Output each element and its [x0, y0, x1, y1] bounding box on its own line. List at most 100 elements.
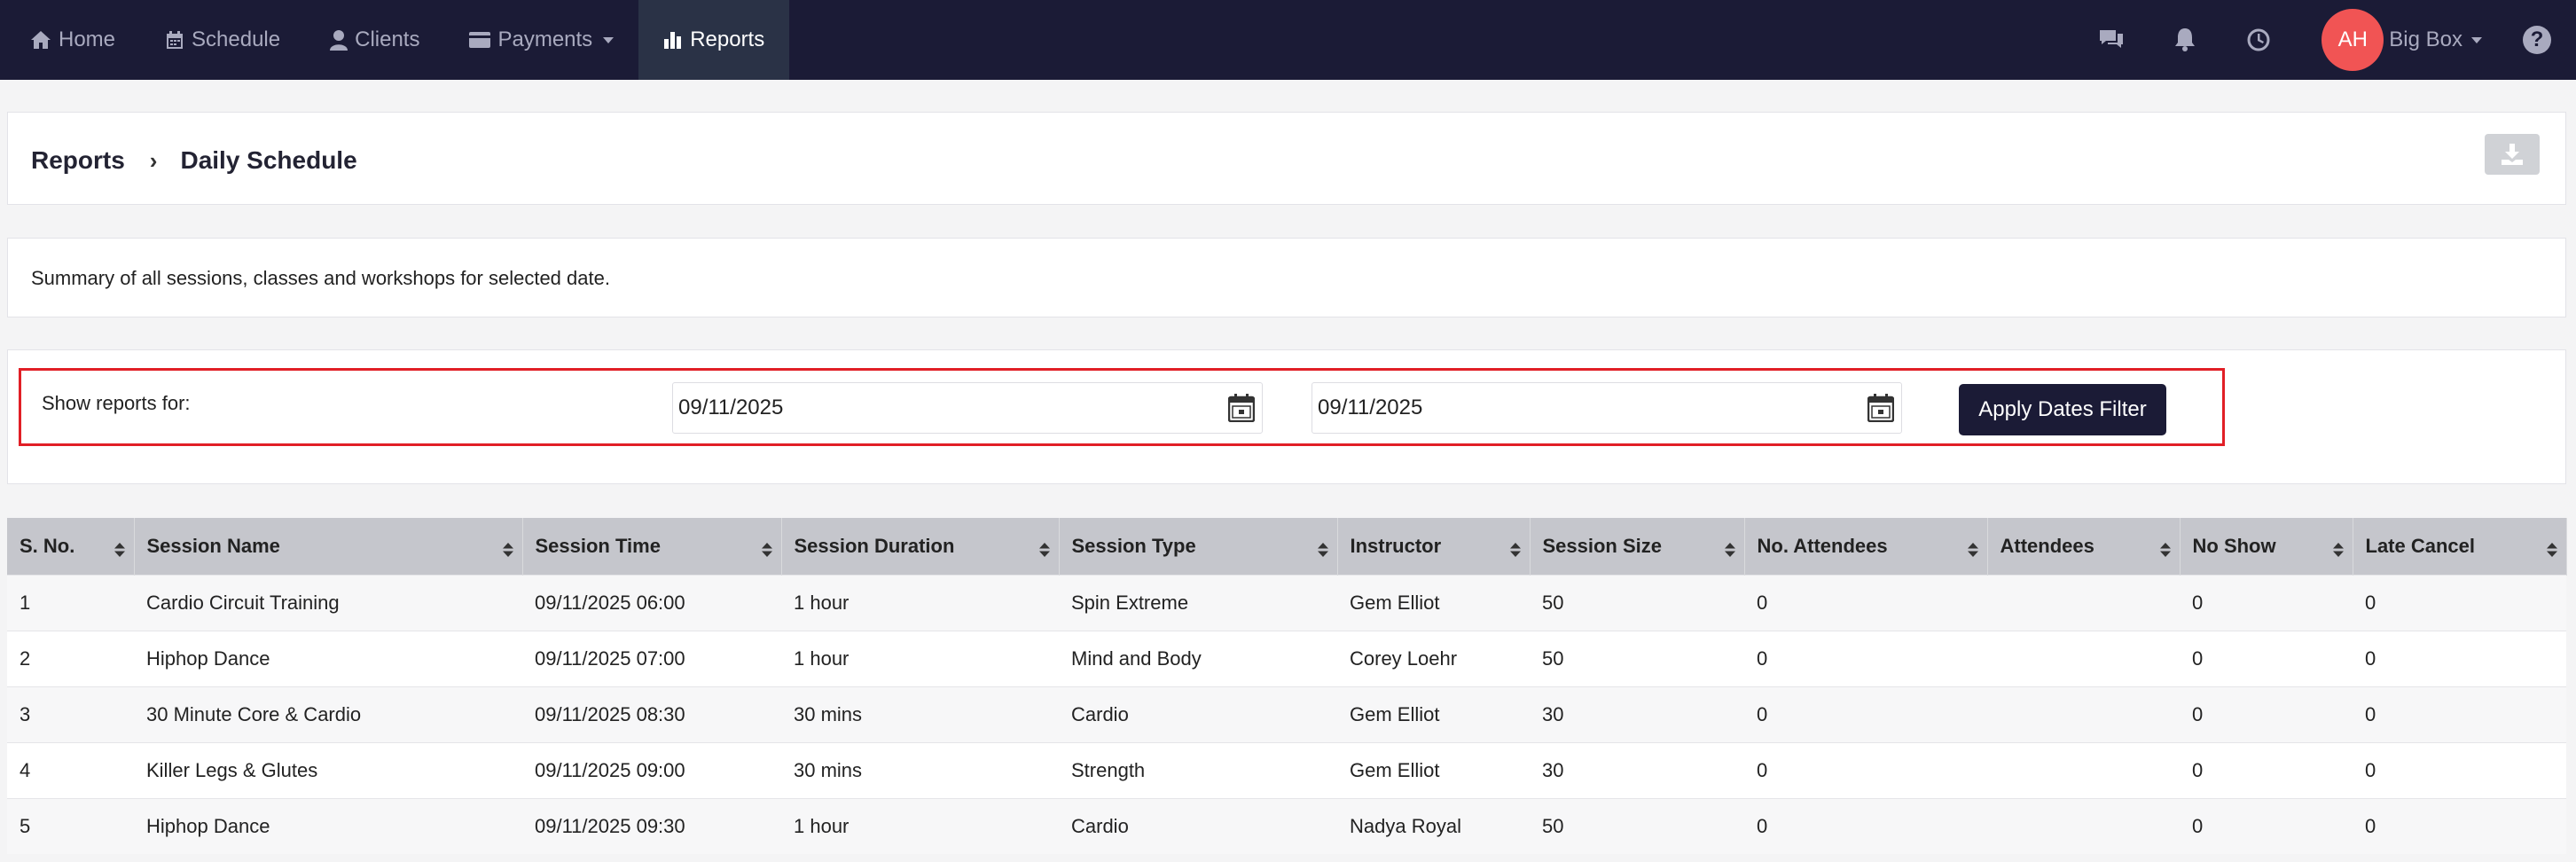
table-cell	[1987, 574, 2180, 631]
chevron-down-icon	[603, 36, 615, 43]
sort-control[interactable]	[1509, 539, 1521, 562]
nav-home-label: Home	[59, 27, 116, 51]
sort-icon	[761, 543, 772, 557]
sort-icon	[2546, 543, 2557, 557]
nav-schedule-label: Schedule	[192, 27, 281, 51]
column-header[interactable]: Instructor	[1337, 518, 1531, 575]
column-header[interactable]: Session Duration	[781, 518, 1060, 575]
sort-control[interactable]	[1317, 539, 1328, 562]
home-icon	[31, 31, 51, 49]
column-header[interactable]: Session Type	[1059, 518, 1338, 575]
table-cell: 50	[1530, 797, 1744, 854]
table-cell: 30 Minute Core & Cardio	[134, 686, 522, 742]
table-cell: Corey Loehr	[1337, 630, 1530, 686]
column-header-label: No Show	[2192, 534, 2276, 557]
avatar[interactable]: AH	[2322, 9, 2384, 71]
clock-icon	[2247, 28, 2270, 51]
table-row[interactable]: 4 Killer Legs & Glutes 09/11/2025 09:00 30 …	[7, 741, 2566, 798]
column-header-label: S. No.	[20, 534, 75, 557]
breadcrumb: Reports › Daily Schedule	[31, 146, 357, 175]
sort-control[interactable]	[761, 539, 772, 562]
table-cell: 0	[2180, 574, 2353, 631]
sort-control[interactable]	[1967, 539, 1978, 562]
table-cell: 0	[2180, 686, 2353, 742]
nav-reports[interactable]: Reports	[638, 0, 790, 80]
nav-payments[interactable]: Payments	[444, 0, 638, 80]
table-cell: Cardio	[1059, 797, 1337, 854]
table-row[interactable]: 5 Hiphop Dance 09/11/2025 09:30 1 hour Cardi…	[7, 797, 2566, 854]
table-row[interactable]: 1 Cardio Circuit Training 09/11/2025 06:00…	[7, 574, 2566, 631]
nav-reports-label: Reports	[690, 27, 765, 51]
table-row[interactable]: 3 30 Minute Core & Cardio 09/11/2025 08:30…	[7, 686, 2566, 742]
column-header[interactable]: Session Size	[1530, 518, 1745, 575]
table-cell: 5	[7, 797, 134, 854]
apply-dates-filter-button[interactable]: Apply Dates Filter	[1959, 384, 2166, 435]
breadcrumb-root[interactable]: Reports	[31, 146, 125, 175]
end-date-input[interactable]: 09/11/2025	[1311, 382, 1902, 434]
calendar-icon[interactable]	[1867, 394, 1894, 422]
table-cell: 0	[2353, 686, 2566, 742]
history-button[interactable]	[2221, 0, 2295, 80]
chevron-down-icon	[2471, 36, 2482, 43]
sort-icon	[1967, 543, 1978, 557]
table-cell: 09/11/2025 06:00	[522, 574, 781, 631]
report-description: Summary of all sessions, classes and wor…	[31, 267, 610, 289]
table-cell: 1 hour	[781, 574, 1059, 631]
calendar-icon[interactable]	[1228, 394, 1255, 422]
sort-control[interactable]	[1724, 539, 1735, 562]
sort-icon	[502, 543, 513, 557]
column-header-label: Session Size	[1542, 534, 1663, 557]
table-cell: 1 hour	[781, 630, 1059, 686]
nav-clients[interactable]: Clients	[305, 0, 444, 80]
table-cell: 30	[1530, 686, 1744, 742]
download-icon	[2502, 144, 2523, 165]
table-cell: 0	[1744, 797, 1987, 854]
column-header-label: Session Duration	[794, 534, 955, 557]
start-date-input[interactable]: 09/11/2025	[672, 382, 1263, 434]
sort-control[interactable]	[502, 539, 513, 562]
user-name-label: Big Box	[2389, 27, 2462, 51]
table-cell: 0	[2353, 574, 2566, 631]
breadcrumb-separator: ›	[149, 146, 158, 174]
column-header-label: Late Cancel	[2365, 534, 2476, 557]
column-header[interactable]: Attendees	[1987, 518, 2181, 575]
table-cell: Gem Elliot	[1337, 574, 1530, 631]
column-header[interactable]: Session Name	[134, 518, 523, 575]
table-cell: Hiphop Dance	[134, 797, 522, 854]
table-cell: 0	[1744, 630, 1987, 686]
messages-button[interactable]	[2074, 0, 2148, 80]
table-cell: Mind and Body	[1059, 630, 1337, 686]
sort-control[interactable]	[2332, 539, 2344, 562]
notifications-button[interactable]	[2148, 0, 2221, 80]
sort-control[interactable]	[2546, 539, 2557, 562]
filter-label: Show reports for:	[42, 392, 191, 414]
user-menu[interactable]: Big Box	[2389, 27, 2482, 52]
start-date-value: 09/11/2025	[678, 396, 784, 419]
table-cell	[1987, 630, 2180, 686]
report-table-container: S. No. Session Name Session Time Session Du…	[7, 518, 2567, 854]
credit-card-icon	[469, 32, 491, 48]
column-header-label: Session Name	[146, 534, 280, 557]
chat-icon	[2099, 30, 2123, 48]
sort-control[interactable]	[114, 539, 125, 562]
sort-control[interactable]	[2159, 539, 2171, 562]
table-cell: 09/11/2025 09:30	[522, 797, 781, 854]
table-body: 1 Cardio Circuit Training 09/11/2025 06:00…	[7, 574, 2566, 854]
help-button[interactable]: ?	[2523, 26, 2551, 54]
table-row[interactable]: 2 Hiphop Dance 09/11/2025 07:00 1 hour Mind …	[7, 630, 2566, 686]
download-button[interactable]	[2485, 134, 2540, 175]
table-cell: 30 mins	[781, 686, 1059, 742]
nav-home[interactable]: Home	[0, 0, 140, 80]
column-header[interactable]: S. No.	[7, 518, 135, 575]
column-header[interactable]: Session Time	[522, 518, 782, 575]
nav-schedule[interactable]: Schedule	[140, 0, 305, 80]
page-title: Daily Schedule	[180, 146, 357, 174]
table-cell: 1	[7, 574, 134, 631]
table-header-row: S. No. Session Name Session Time Session Du…	[7, 518, 2567, 575]
sort-control[interactable]	[1038, 539, 1050, 562]
column-header[interactable]: Late Cancel	[2353, 518, 2567, 575]
table-cell: Spin Extreme	[1059, 574, 1337, 631]
table-cell: 3	[7, 686, 134, 742]
column-header[interactable]: No. Attendees	[1744, 518, 1988, 575]
column-header[interactable]: No Show	[2180, 518, 2353, 575]
